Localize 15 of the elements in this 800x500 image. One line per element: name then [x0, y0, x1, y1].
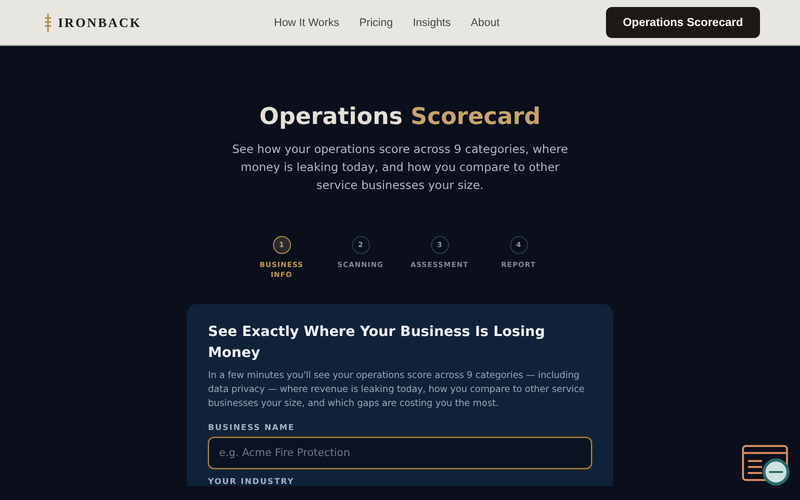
form-title: See Exactly Where Your Business Is Losing Money [208, 323, 546, 363]
scorecard-button[interactable]: Operations Scorecard [606, 7, 760, 38]
nav-link[interactable]: About [470, 16, 500, 28]
logo-wordmark[interactable]: IRONBACK [58, 14, 142, 30]
form-intro: In a few minutes you'll see your operations score across 9 categories — including data privacy — where revenue is leaking today, how you compare to other service businesses your size, and which gaps are costing you the most. [208, 369, 586, 411]
page-subtitle: See how your operations score across 9 categories, where money is leaking today, and how you compare to other service businesses your size. [231, 141, 569, 194]
field-label: BUSINESS NAME [208, 423, 296, 432]
field-label: YOUR INDUSTRY [208, 477, 296, 486]
nav-link[interactable]: Pricing [359, 16, 393, 28]
nav-link[interactable]: Insights [412, 16, 451, 28]
nav-link[interactable]: How It Works [274, 16, 340, 28]
logo-icon [44, 14, 52, 32]
page-title: Operations Scorecard [259, 104, 541, 130]
chat-widget-icon[interactable] [742, 445, 790, 487]
input-field[interactable]: e.g. Acme Fire Protection [208, 437, 592, 469]
